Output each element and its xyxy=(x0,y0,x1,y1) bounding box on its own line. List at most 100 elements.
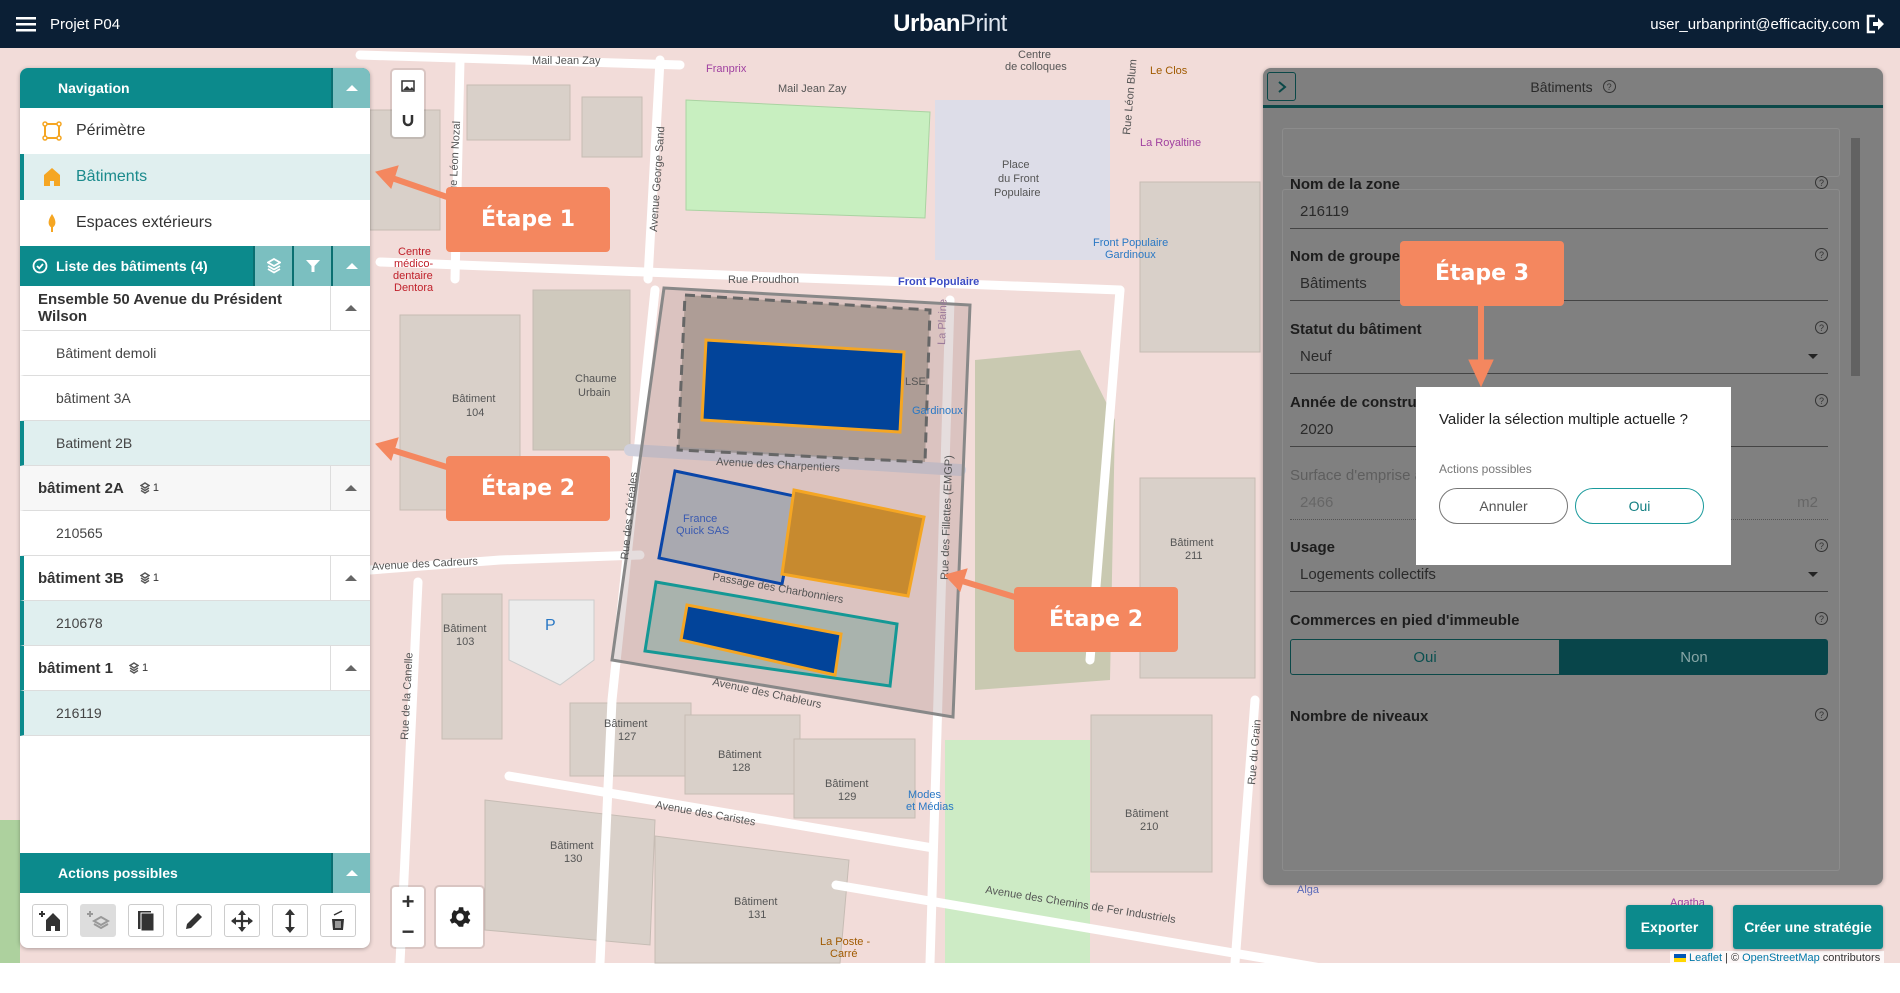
callout-etape-1: Étape 1 xyxy=(446,187,610,252)
collapse-list-button[interactable] xyxy=(331,246,370,286)
export-button[interactable]: Exporter xyxy=(1626,905,1713,949)
urbanprint-logo: UrbanPrint xyxy=(893,10,1007,37)
svg-text:130: 130 xyxy=(564,853,582,865)
create-strategy-button[interactable]: Créer une stratégie xyxy=(1733,905,1883,949)
magnet-icon[interactable] xyxy=(401,113,415,127)
perimeter-icon xyxy=(42,121,62,141)
check-circle-icon[interactable] xyxy=(32,258,48,274)
collapse-group-button[interactable] xyxy=(330,556,370,600)
list-item[interactable]: bâtiment 3A xyxy=(20,376,370,421)
help-icon[interactable]: ? xyxy=(1815,708,1828,721)
vertical-resize-button[interactable] xyxy=(272,904,308,937)
svg-text:de colloques: de colloques xyxy=(1005,61,1067,73)
leaflet-link[interactable]: Leaflet xyxy=(1689,952,1722,964)
status-select[interactable]: Neuf xyxy=(1290,348,1828,374)
help-icon[interactable]: ? xyxy=(1815,176,1828,189)
svg-text:Alga: Alga xyxy=(1297,884,1320,896)
help-icon[interactable]: ? xyxy=(1815,248,1828,261)
svg-text:Modes: Modes xyxy=(908,789,942,801)
building-icon xyxy=(44,168,60,186)
list-item[interactable]: 210678 xyxy=(20,601,370,646)
group-row[interactable]: Ensemble 50 Avenue du Président Wilson xyxy=(20,286,370,331)
hamburger-menu-icon[interactable] xyxy=(16,16,36,32)
caret-up-icon xyxy=(345,85,358,91)
nav-label: Bâtiments xyxy=(76,168,148,185)
svg-text:Urbain: Urbain xyxy=(578,387,610,399)
collapse-group-button[interactable] xyxy=(330,646,370,690)
navigation-header[interactable]: Navigation xyxy=(20,68,370,108)
list-item[interactable]: Bâtiment demoli xyxy=(20,331,370,376)
toggle-non[interactable]: Non xyxy=(1560,639,1828,675)
confirm-button[interactable]: Oui xyxy=(1575,488,1704,524)
toggle-oui[interactable]: Oui xyxy=(1290,639,1560,675)
group-row[interactable]: bâtiment 1 1 xyxy=(20,646,370,691)
osm-link[interactable]: OpenStreetMap xyxy=(1742,952,1820,964)
logout-icon[interactable] xyxy=(1866,14,1884,34)
nav-item-batiments[interactable]: Bâtiments xyxy=(20,154,370,200)
zone-count: 1 xyxy=(139,572,159,584)
svg-text:La Plaine: La Plaine xyxy=(936,299,950,345)
help-icon[interactable]: ? xyxy=(1815,321,1828,334)
filter-icon xyxy=(305,260,320,272)
collapse-actions-button[interactable] xyxy=(331,853,370,893)
move-button[interactable] xyxy=(224,904,260,937)
move-icon xyxy=(231,909,253,932)
cancel-button[interactable]: Annuler xyxy=(1439,488,1568,524)
add-layer-icon xyxy=(87,910,110,929)
usage-select[interactable]: Logements collectifs xyxy=(1290,566,1828,592)
nav-label: Périmètre xyxy=(76,122,146,139)
help-icon[interactable]: ? xyxy=(1815,612,1828,625)
add-building-button[interactable] xyxy=(32,904,68,937)
selection-shapes[interactable] xyxy=(610,286,972,719)
svg-text:Quick SAS: Quick SAS xyxy=(676,525,729,537)
list-item[interactable]: 210565 xyxy=(20,511,370,556)
caret-up-icon xyxy=(344,305,357,311)
list-item[interactable]: 216119 xyxy=(20,691,370,736)
svg-text:Dentora: Dentora xyxy=(394,282,434,294)
svg-text:Chaume: Chaume xyxy=(575,373,617,385)
user-email: user_urbanprint@efficacity.com xyxy=(1650,15,1860,33)
copy-button[interactable] xyxy=(128,904,164,937)
svg-text:et Médias: et Médias xyxy=(906,801,954,813)
collapse-group-button[interactable] xyxy=(330,466,370,510)
zone-name-input[interactable]: 216119 xyxy=(1290,203,1828,229)
svg-text:France: France xyxy=(683,513,717,525)
svg-text:Front Populaire: Front Populaire xyxy=(1093,237,1168,249)
layers-button[interactable] xyxy=(253,246,292,286)
actions-title: Actions possibles xyxy=(58,865,178,881)
caret-up-icon xyxy=(344,485,357,491)
panel-scrollbar[interactable] xyxy=(1850,120,1860,865)
app-header: Projet P04 UrbanPrint user_urbanprint@ef… xyxy=(0,0,1900,48)
zoom-out-button[interactable]: − xyxy=(402,919,415,945)
nav-item-perimetre[interactable]: Périmètre xyxy=(20,108,370,154)
list-item[interactable]: Batiment 2B xyxy=(20,421,370,466)
image-layer-icon[interactable] xyxy=(401,80,415,92)
dropdown-arrow-icon xyxy=(1808,572,1818,577)
help-icon[interactable]: ? xyxy=(1815,394,1828,407)
vertical-resize-icon xyxy=(285,908,295,933)
edit-button[interactable] xyxy=(176,904,212,937)
add-layer-button[interactable] xyxy=(80,904,116,937)
help-icon[interactable]: ? xyxy=(1602,80,1616,93)
trash-icon xyxy=(332,909,344,930)
map-settings-button[interactable] xyxy=(436,887,483,947)
svg-text:Bâtiment: Bâtiment xyxy=(734,896,777,908)
map-attribution: Leaflet | © OpenStreetMap contributors xyxy=(1670,951,1885,965)
nav-item-espaces-exterieurs[interactable]: Espaces extérieurs xyxy=(20,200,370,246)
user-account[interactable]: user_urbanprint@efficacity.com xyxy=(1650,14,1884,34)
group-name: bâtiment 3B xyxy=(38,569,124,587)
collapse-navigation-button[interactable] xyxy=(331,68,370,108)
collapse-group-button[interactable] xyxy=(330,286,370,330)
zoom-in-button[interactable]: + xyxy=(402,889,415,915)
group-row[interactable]: bâtiment 2A 1 xyxy=(20,466,370,511)
delete-button[interactable] xyxy=(320,904,356,937)
building-3a[interactable] xyxy=(700,338,906,434)
filter-button[interactable] xyxy=(292,246,331,286)
group-row[interactable]: bâtiment 3B 1 xyxy=(20,556,370,601)
project-name[interactable]: Projet P04 xyxy=(50,16,120,33)
svg-text:Bâtiment: Bâtiment xyxy=(604,718,647,730)
svg-text:P: P xyxy=(545,617,556,634)
help-icon[interactable]: ? xyxy=(1815,539,1828,552)
add-building-icon xyxy=(39,910,60,931)
collapse-panel-button[interactable] xyxy=(1267,72,1296,101)
